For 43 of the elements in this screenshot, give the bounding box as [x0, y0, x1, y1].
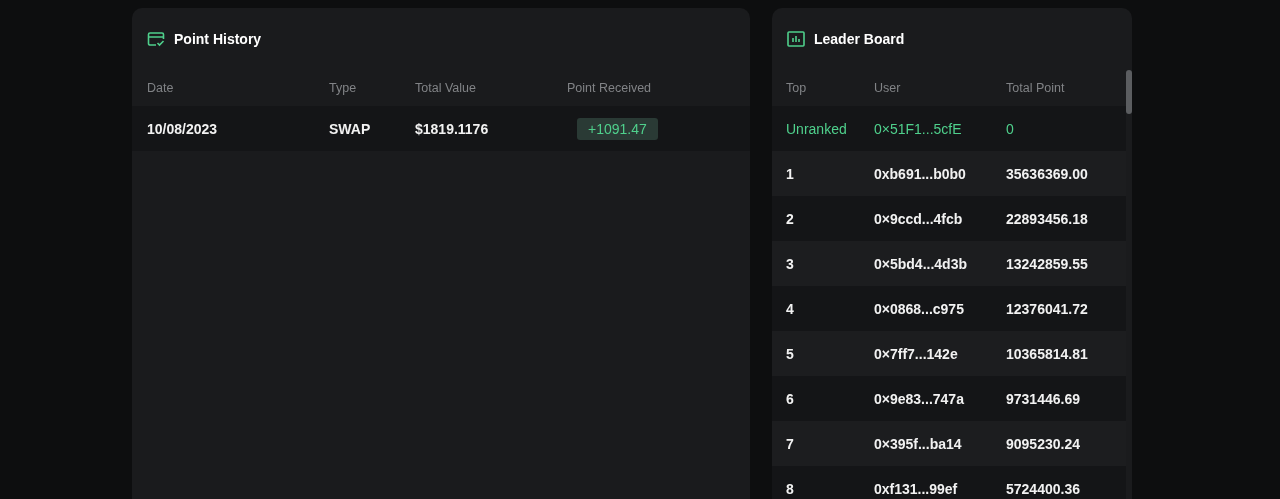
table-cell-text: 0×395f...ba14 [874, 435, 963, 452]
table-cell-text: 10/08/2023 [147, 120, 219, 137]
table-cell-text: 9095230.24 [1006, 435, 1081, 452]
panel-title: Leader Board [814, 31, 905, 47]
table-cell-text: 12376041.72 [1006, 300, 1089, 317]
bar-chart-icon [787, 31, 805, 47]
table-cell-text: 0×0868...c975 [874, 300, 965, 317]
column-header: User [874, 80, 902, 97]
table-cell-text: 3 [786, 255, 795, 272]
table-cell-text: 4 [786, 300, 795, 317]
table-cell-text: 7 [786, 435, 795, 452]
table-cell-text: 0xb691...b0b0 [874, 165, 967, 182]
points-badge: +1091.47 [577, 117, 658, 140]
table-cell-text: 0×9e83...747a [874, 390, 965, 407]
table-cell-text: 35636369.00 [1006, 165, 1089, 182]
table-cell-text: 1 [786, 165, 795, 182]
table-cell-text: SWAP [329, 120, 372, 137]
panel-title: Point History [174, 31, 262, 47]
column-header: Total Point [1006, 80, 1066, 97]
scrollbar[interactable] [1126, 70, 1132, 114]
table-cell-text: 9731446.69 [1006, 390, 1081, 407]
table-cell-text: $1819.1176 [415, 120, 490, 137]
table-cell-text: 2 [786, 210, 795, 227]
table-cell-text: 8 [786, 480, 795, 497]
table-cell-text: 5724400.36 [1006, 480, 1081, 497]
column-header: Total Value [415, 80, 477, 97]
column-header: Point Received [567, 80, 653, 97]
table-cell-text: 0xf131...99ef [874, 480, 959, 497]
table-cell-text: 0 [1006, 120, 1015, 137]
table-cell-text: 22893456.18 [1006, 210, 1089, 227]
table-cell-text: 0×5bd4...4d3b [874, 255, 968, 272]
column-header: Date [147, 80, 175, 97]
table-cell-text: 5 [786, 345, 795, 362]
column-header: Top [786, 80, 808, 97]
table-cell-text: 0×9ccd...4fcb [874, 210, 964, 227]
table-cell-text: Unranked [786, 120, 848, 137]
table-cell-text: 0×7ff7...142e [874, 345, 959, 362]
table-cell-text: 0×51F1...5cfE [874, 120, 963, 137]
card-check-icon [147, 31, 165, 47]
table-cell-text: 13242859.55 [1006, 255, 1089, 272]
table-cell-text: 10365814.81 [1006, 345, 1089, 362]
table-cell-text: 6 [786, 390, 795, 407]
column-header: Type [329, 80, 358, 97]
